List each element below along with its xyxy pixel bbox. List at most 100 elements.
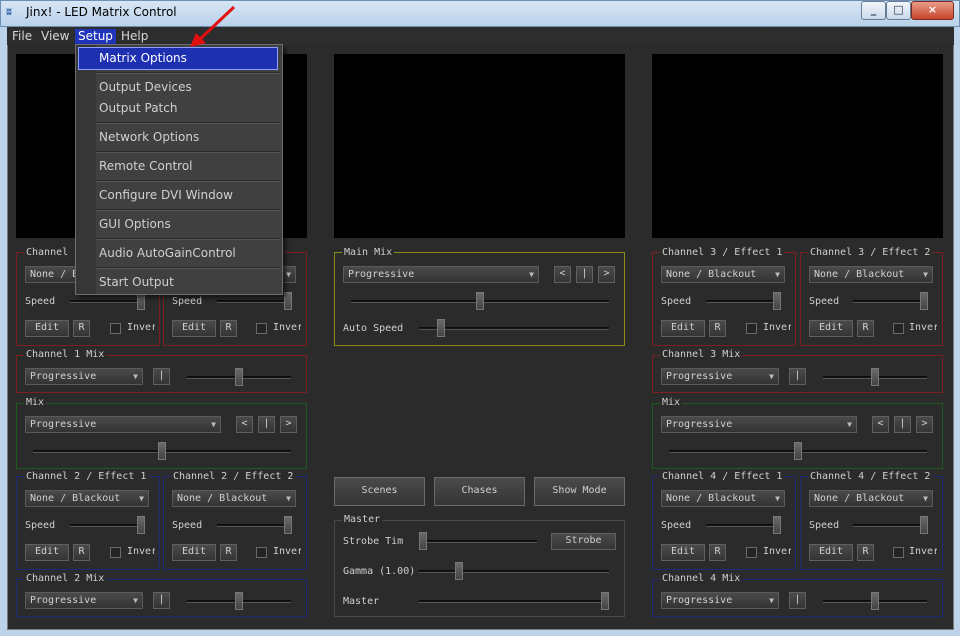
slider-thumb[interactable]: [871, 592, 879, 610]
reset-button[interactable]: R: [857, 320, 874, 337]
slider-thumb[interactable]: [920, 516, 928, 534]
main-mix-mode-select[interactable]: Progressive ▼: [343, 266, 539, 283]
mix-mode-select[interactable]: Progressive ▼: [661, 416, 857, 433]
cut-button[interactable]: |: [258, 416, 275, 433]
speed-slider[interactable]: [217, 300, 292, 303]
cut-button[interactable]: |: [153, 368, 170, 385]
slider-thumb[interactable]: [437, 319, 446, 337]
slider-thumb[interactable]: [601, 592, 609, 610]
reset-button[interactable]: R: [709, 544, 726, 561]
cut-button[interactable]: |: [894, 416, 911, 433]
gamma-slider[interactable]: [419, 570, 609, 573]
minimize-button[interactable]: _: [861, 1, 886, 20]
master-slider[interactable]: [419, 600, 609, 603]
mix-mode-select[interactable]: Progressive ▼: [25, 368, 143, 385]
slider-thumb[interactable]: [235, 368, 243, 386]
mix-mode-select[interactable]: Progressive ▼: [661, 368, 779, 385]
auto-speed-slider[interactable]: [419, 327, 609, 330]
slider-thumb[interactable]: [137, 516, 145, 534]
slider-thumb[interactable]: [773, 292, 781, 310]
prev-button[interactable]: <: [236, 416, 253, 433]
menu-item-network-options[interactable]: Network Options: [78, 126, 278, 149]
maximize-button[interactable]: □: [886, 1, 911, 20]
edit-button[interactable]: Edit: [25, 320, 69, 337]
mix-mode-select[interactable]: Progressive ▼: [25, 592, 143, 609]
speed-slider[interactable]: [706, 524, 781, 527]
menu-item-matrix-options[interactable]: Matrix Options: [78, 47, 278, 70]
slider-thumb[interactable]: [284, 516, 292, 534]
chases-button[interactable]: Chases: [434, 477, 525, 506]
edit-button[interactable]: Edit: [809, 544, 853, 561]
effect-select[interactable]: None / Blackout ▼: [25, 490, 149, 507]
close-button[interactable]: ×: [911, 1, 954, 20]
slider-thumb[interactable]: [419, 532, 427, 550]
edit-button[interactable]: Edit: [172, 544, 216, 561]
cut-button[interactable]: |: [153, 592, 170, 609]
invert-checkbox[interactable]: [893, 547, 904, 558]
invert-checkbox[interactable]: [746, 323, 757, 334]
menu-item-audio-autogaincontrol[interactable]: Audio AutoGainControl: [78, 242, 278, 265]
strobe-button[interactable]: Strobe: [551, 533, 616, 550]
reset-button[interactable]: R: [220, 320, 237, 337]
menu-item-gui-options[interactable]: GUI Options: [78, 213, 278, 236]
next-button[interactable]: >: [598, 266, 615, 283]
effect-select[interactable]: None / Blackout ▼: [809, 490, 933, 507]
edit-button[interactable]: Edit: [661, 320, 705, 337]
invert-checkbox[interactable]: [256, 547, 267, 558]
slider-thumb[interactable]: [773, 516, 781, 534]
slider-thumb[interactable]: [476, 292, 484, 310]
strobe-time-slider[interactable]: [419, 540, 537, 543]
cut-button[interactable]: |: [789, 592, 806, 609]
menu-file[interactable]: File: [9, 29, 35, 45]
invert-checkbox[interactable]: [110, 323, 121, 334]
menu-item-output-devices[interactable]: Output Devices: [78, 76, 278, 99]
menu-item-start-output[interactable]: Start Output: [78, 271, 278, 294]
slider-thumb[interactable]: [235, 592, 243, 610]
speed-slider[interactable]: [853, 300, 928, 303]
reset-button[interactable]: R: [709, 320, 726, 337]
menu-item-remote-control[interactable]: Remote Control: [78, 155, 278, 178]
reset-button[interactable]: R: [220, 544, 237, 561]
mix-mode-select[interactable]: Progressive ▼: [661, 592, 779, 609]
speed-slider[interactable]: [853, 524, 928, 527]
speed-slider[interactable]: [70, 524, 145, 527]
edit-button[interactable]: Edit: [25, 544, 69, 561]
edit-button[interactable]: Edit: [809, 320, 853, 337]
speed-slider[interactable]: [217, 524, 292, 527]
effect-select[interactable]: None / Blackout ▼: [661, 490, 785, 507]
show-mode-button[interactable]: Show Mode: [534, 477, 625, 506]
edit-button[interactable]: Edit: [172, 320, 216, 337]
prev-button[interactable]: <: [872, 416, 889, 433]
invert-checkbox[interactable]: [256, 323, 267, 334]
menu-item-configure-dvi-window[interactable]: Configure DVI Window: [78, 184, 278, 207]
next-button[interactable]: >: [916, 416, 933, 433]
effect-select[interactable]: None / Blackout ▼: [809, 266, 933, 283]
invert-checkbox[interactable]: [746, 547, 757, 558]
reset-button[interactable]: R: [73, 544, 90, 561]
edit-button[interactable]: Edit: [661, 544, 705, 561]
effect-select[interactable]: None / Blackout ▼: [661, 266, 785, 283]
slider-thumb[interactable]: [455, 562, 464, 580]
slider-thumb[interactable]: [794, 442, 802, 460]
menu-setup[interactable]: Setup: [75, 29, 116, 45]
slider-thumb[interactable]: [158, 442, 166, 460]
menu-help[interactable]: Help: [118, 29, 151, 45]
speed-slider[interactable]: [706, 300, 781, 303]
cut-button[interactable]: |: [576, 266, 593, 283]
next-button[interactable]: >: [280, 416, 297, 433]
speed-slider[interactable]: [70, 300, 145, 303]
reset-button[interactable]: R: [857, 544, 874, 561]
slider-thumb[interactable]: [871, 368, 879, 386]
slider-thumb[interactable]: [920, 292, 928, 310]
invert-checkbox[interactable]: [893, 323, 904, 334]
slider-thumb[interactable]: [284, 292, 292, 310]
menu-item-output-patch[interactable]: Output Patch: [78, 97, 278, 120]
scenes-button[interactable]: Scenes: [334, 477, 425, 506]
effect-select[interactable]: None / Blackout ▼: [172, 490, 296, 507]
menu-view[interactable]: View: [38, 29, 72, 45]
invert-checkbox[interactable]: [110, 547, 121, 558]
reset-button[interactable]: R: [73, 320, 90, 337]
mix-mode-select[interactable]: Progressive ▼: [25, 416, 221, 433]
prev-button[interactable]: <: [554, 266, 571, 283]
cut-button[interactable]: |: [789, 368, 806, 385]
